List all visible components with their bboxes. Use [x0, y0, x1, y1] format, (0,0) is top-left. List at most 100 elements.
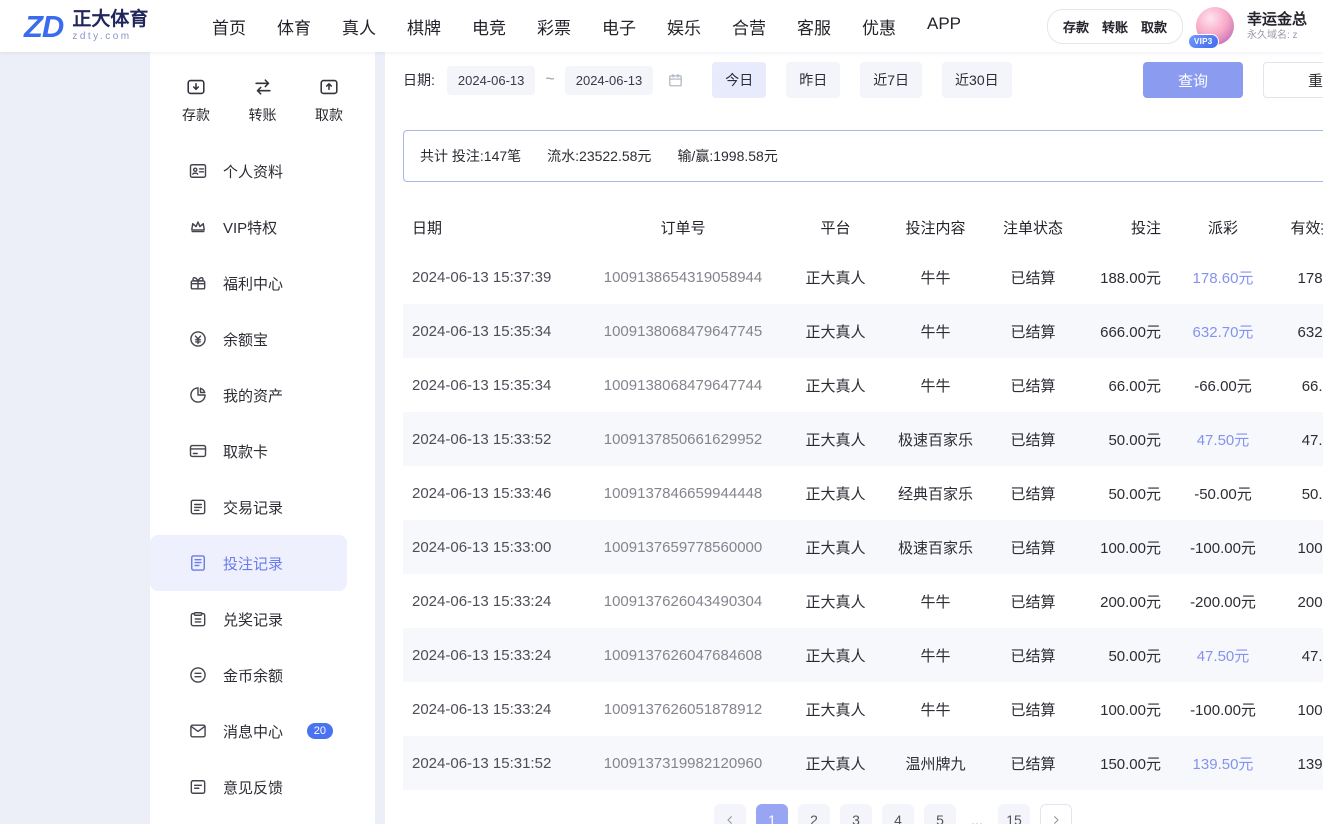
nav-item[interactable]: 电竞: [472, 14, 506, 39]
nav-item[interactable]: 棋牌: [407, 14, 441, 39]
cell-status: 已结算: [988, 628, 1078, 682]
table-header-row: 日期订单号平台投注内容注单状态投注派彩有效投注额: [403, 204, 1323, 250]
range-chip[interactable]: 昨日: [786, 62, 840, 98]
cell-order: 1009137319982120960: [578, 736, 788, 790]
page-button[interactable]: 3: [840, 804, 872, 824]
cell-content: 牛牛: [883, 304, 988, 358]
sidebar-item[interactable]: VIP特权: [150, 199, 347, 255]
sidebar-item[interactable]: 消息中心20: [150, 703, 347, 759]
date-to-input[interactable]: 2024-06-13: [565, 66, 654, 95]
cell-date: 2024-06-13 15:33:52: [403, 412, 578, 466]
sidebar-item-label: 意见反馈: [223, 777, 283, 798]
reset-button[interactable]: 重置: [1263, 62, 1323, 98]
page-button[interactable]: 5: [924, 804, 956, 824]
cell-platform: 正大真人: [788, 358, 883, 412]
next-page-button[interactable]: [1040, 804, 1072, 824]
query-button[interactable]: 查询: [1143, 62, 1243, 98]
cell-bet: 50.00元: [1078, 412, 1173, 466]
cell-order: 1009138068479647744: [578, 358, 788, 412]
transactions-icon: [188, 497, 208, 517]
nav-item[interactable]: 客服: [797, 14, 831, 39]
cell-status: 已结算: [988, 412, 1078, 466]
nav-item[interactable]: 合营: [732, 14, 766, 39]
transfer-icon: [252, 76, 274, 98]
wallet-pill-item[interactable]: 转账: [1102, 17, 1128, 36]
avatar[interactable]: VIP3: [1196, 7, 1234, 45]
cell-platform: 正大真人: [788, 628, 883, 682]
quick-action[interactable]: 取款: [315, 76, 343, 125]
cell-order: 1009137846659944448: [578, 466, 788, 520]
sidebar-item[interactable]: 兑奖记录: [150, 591, 347, 647]
page-button[interactable]: 4: [882, 804, 914, 824]
nav-item[interactable]: 体育: [277, 14, 311, 39]
filter-buttons: 查询 重置: [1143, 62, 1323, 98]
deposit-icon: [185, 76, 207, 98]
table-row: 2024-06-13 15:33:241009137626047684608正大…: [403, 628, 1323, 682]
cell-status: 已结算: [988, 250, 1078, 304]
date-from-input[interactable]: 2024-06-13: [447, 66, 536, 95]
date-separator: ~: [545, 71, 554, 89]
cell-order: 1009137659778560000: [578, 520, 788, 574]
column-header: 日期: [403, 204, 578, 250]
brand-logo[interactable]: ZD 正大体育 zdty.com: [24, 9, 202, 42]
coins-icon: [188, 665, 208, 685]
page-button[interactable]: 1: [756, 804, 788, 824]
cell-valid: 632.70元: [1273, 304, 1323, 358]
nav-item[interactable]: 彩票: [537, 14, 571, 39]
prev-page-button[interactable]: [714, 804, 746, 824]
range-chip[interactable]: 近30日: [942, 62, 1012, 98]
cell-valid: 47.50元: [1273, 412, 1323, 466]
cell-date: 2024-06-13 15:33:24: [403, 574, 578, 628]
cell-content: 极速百家乐: [883, 412, 988, 466]
sidebar-item-label: 取款卡: [223, 441, 268, 462]
cell-bet: 150.00元: [1078, 736, 1173, 790]
wallet-pill-item[interactable]: 取款: [1141, 17, 1167, 36]
wallet-pill-item[interactable]: 存款: [1063, 17, 1089, 36]
column-header: 订单号: [578, 204, 788, 250]
nav-item[interactable]: APP: [927, 14, 961, 39]
table-row: 2024-06-13 15:33:241009137626043490304正大…: [403, 574, 1323, 628]
nav-item[interactable]: 娱乐: [667, 14, 701, 39]
sidebar-item[interactable]: 福利中心: [150, 255, 347, 311]
cell-date: 2024-06-13 15:33:00: [403, 520, 578, 574]
sidebar-item[interactable]: 余额宝: [150, 311, 347, 367]
cell-date: 2024-06-13 15:31:52: [403, 736, 578, 790]
unread-badge: 20: [307, 723, 333, 739]
nav-item[interactable]: 首页: [212, 14, 246, 39]
quick-action[interactable]: 转账: [249, 76, 277, 125]
pagination: 12345...15: [403, 804, 1323, 824]
cell-platform: 正大真人: [788, 682, 883, 736]
user-domain-note: 永久域名: z: [1247, 29, 1313, 42]
cell-valid: 139.50元: [1273, 736, 1323, 790]
page-button[interactable]: 2: [798, 804, 830, 824]
cell-bet: 200.00元: [1078, 574, 1173, 628]
welfare-icon: [188, 273, 208, 293]
top-navbar: ZD 正大体育 zdty.com 首页 体育 真人 棋牌 电竞 彩票 电子 娱乐 合营 客服 优惠 A…: [0, 0, 1323, 52]
sidebar-item[interactable]: 我的资产: [150, 367, 347, 423]
sidebar-item[interactable]: 取款卡: [150, 423, 347, 479]
cell-platform: 正大真人: [788, 412, 883, 466]
nav-item[interactable]: 电子: [602, 14, 636, 39]
sidebar-item[interactable]: 意见反馈: [150, 759, 347, 815]
range-chip[interactable]: 今日: [712, 62, 766, 98]
calendar-icon-slot[interactable]: [667, 72, 684, 89]
withdraw-icon: [318, 76, 340, 98]
column-header: 注单状态: [988, 204, 1078, 250]
cell-status: 已结算: [988, 358, 1078, 412]
sidebar-item[interactable]: 个人资料: [150, 143, 347, 199]
quick-action[interactable]: 存款: [182, 76, 210, 125]
nav-item[interactable]: 优惠: [862, 14, 896, 39]
user-info: 幸运金总 永久域名: z: [1247, 10, 1313, 43]
sidebar-item[interactable]: 投注记录: [150, 535, 347, 591]
chevron-left-icon: [722, 812, 738, 824]
page-button[interactable]: 15: [998, 804, 1030, 824]
sidebar-item[interactable]: 金币余额: [150, 647, 347, 703]
cell-content: 极速百家乐: [883, 520, 988, 574]
quick-action-label: 存款: [182, 105, 210, 125]
range-chip[interactable]: 近7日: [860, 62, 922, 98]
cell-bet: 66.00元: [1078, 358, 1173, 412]
cell-order: 1009137626043490304: [578, 574, 788, 628]
sidebar-item[interactable]: 交易记录: [150, 479, 347, 535]
yuebao-icon: [188, 329, 208, 349]
nav-item[interactable]: 真人: [342, 14, 376, 39]
